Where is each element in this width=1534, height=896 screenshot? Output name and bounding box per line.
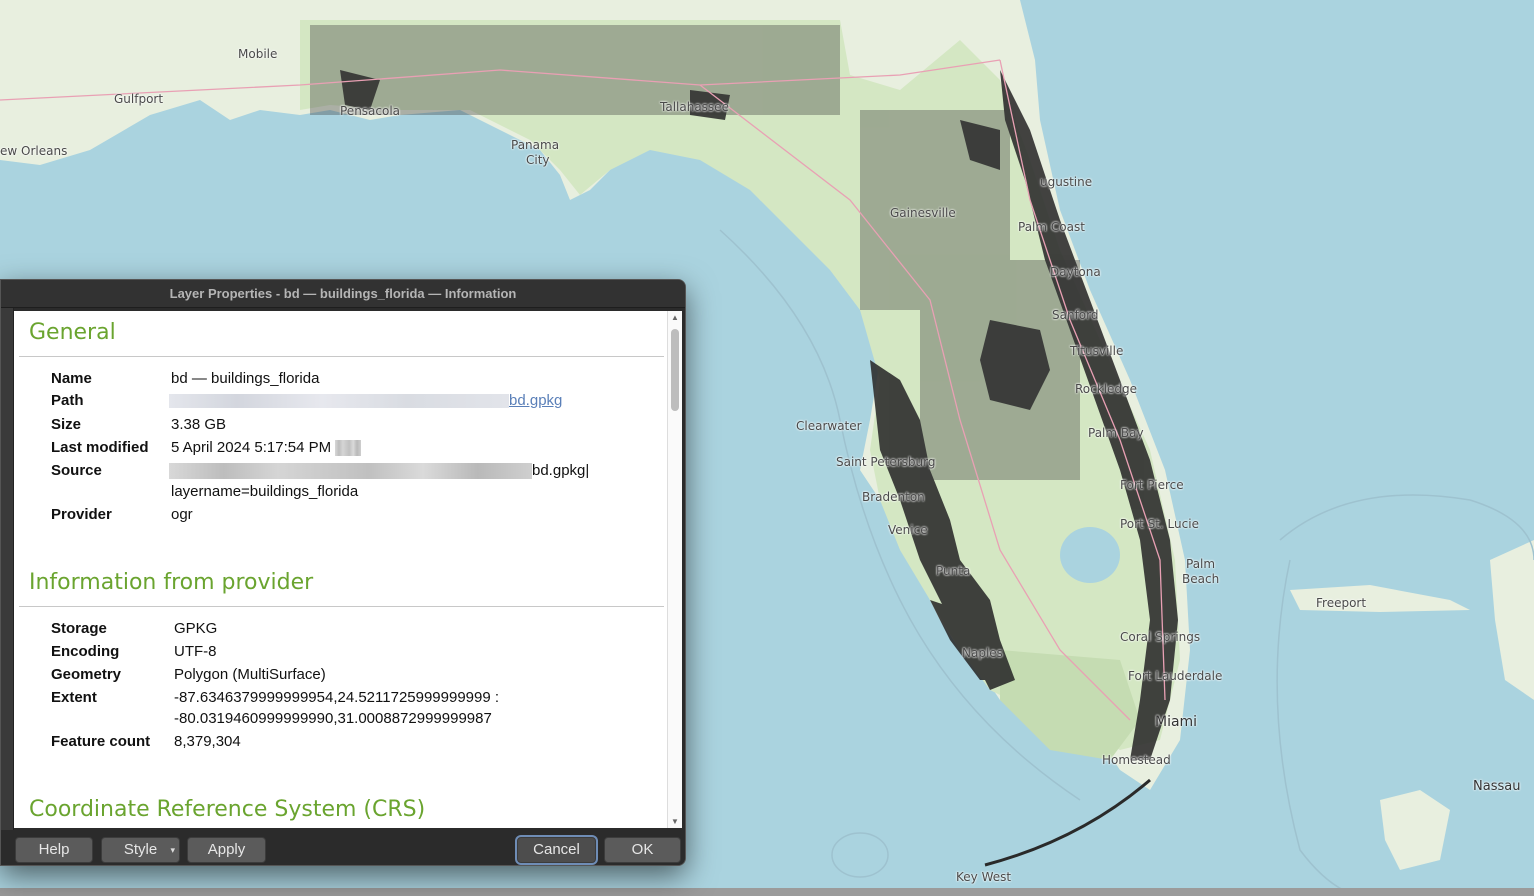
map-label-st-augustine: ugustine: [1040, 175, 1093, 189]
value-source: bd.gpkg|: [169, 462, 590, 480]
map-label-sanford: Sanford: [1052, 308, 1099, 322]
chevron-down-icon: ▾: [170, 845, 175, 855]
layer-properties-dialog: Layer Properties - bd — buildings_florid…: [0, 279, 686, 866]
label-last-modified: Last modified: [51, 439, 149, 456]
value-provider: ogr: [171, 506, 193, 523]
dialog-button-bar: Help Style ▾ Apply Cancel OK: [1, 832, 685, 865]
path-link-text[interactable]: bd.gpkg: [509, 392, 562, 409]
map-label-freeport: Freeport: [1316, 596, 1367, 610]
cancel-button[interactable]: Cancel: [517, 837, 596, 863]
map-label-nassau: Nassau: [1473, 779, 1521, 794]
map-label-beach: Beach: [1182, 572, 1220, 586]
label-provider: Provider: [51, 506, 112, 523]
value-encoding: UTF-8: [174, 643, 217, 660]
style-button-label: Style: [123, 841, 158, 858]
dialog-title[interactable]: Layer Properties - bd — buildings_florid…: [1, 280, 685, 308]
map-label-gainesville: Gainesville: [890, 206, 956, 220]
value-source-layername: layername=buildings_florida: [171, 483, 359, 500]
label-geometry: Geometry: [51, 666, 122, 683]
map-label-rockledge: Rockledge: [1075, 382, 1138, 396]
map-label-city: City: [526, 153, 550, 167]
value-geometry: Polygon (MultiSurface): [174, 666, 326, 683]
style-button[interactable]: Style ▾: [101, 837, 180, 863]
redacted-path: [169, 394, 509, 409]
scroll-thumb[interactable]: [671, 329, 679, 411]
value-extent-line1: -87.6346379999999954,24.5211725999999999…: [174, 689, 500, 706]
value-storage: GPKG: [174, 620, 218, 637]
map-label-titusville: Titusville: [1070, 344, 1124, 358]
help-button[interactable]: Help: [15, 837, 93, 863]
label-name: Name: [51, 370, 92, 387]
source-text: bd.gpkg|: [532, 462, 590, 479]
map-label-pensacola: Pensacola: [340, 104, 401, 118]
ok-button[interactable]: OK: [604, 837, 681, 863]
map-label-palm-bay: Palm Bay: [1088, 426, 1144, 440]
redacted-timezone: [335, 440, 362, 457]
divider: [19, 606, 664, 607]
section-heading-provider: Information from provider: [29, 570, 314, 595]
map-label-venice: Venice: [888, 523, 928, 537]
value-extent-line2: -80.0319460999999990,31.0008872999999987: [174, 710, 492, 727]
map-label-key-west: Key West: [956, 870, 1012, 884]
redacted-source: [169, 463, 532, 480]
map-label-homestead: Homestead: [1102, 753, 1171, 767]
map-label-palm: Palm: [1186, 557, 1216, 571]
vertical-scrollbar[interactable]: ▲ ▼: [667, 311, 682, 828]
scroll-up-arrow-icon[interactable]: ▲: [671, 313, 679, 322]
last-modified-text: 5 April 2024 5:17:54 PM: [171, 439, 332, 456]
map-label-fort-pierce: Fort Pierce: [1120, 478, 1184, 492]
map-label-saint-petersburg: Saint Petersburg: [836, 455, 936, 469]
map-label-punta: Punta: [936, 564, 971, 578]
value-path-link[interactable]: bd.gpkg: [169, 392, 562, 409]
information-panel: General Name bd — buildings_florida Path…: [14, 311, 667, 828]
map-label-gulfport: Gulfport: [114, 92, 164, 106]
section-heading-crs: Coordinate Reference System (CRS): [29, 797, 426, 822]
dialog-side-panel[interactable]: [1, 308, 14, 830]
scroll-down-arrow-icon[interactable]: ▼: [671, 817, 679, 826]
label-size: Size: [51, 416, 82, 433]
label-storage: Storage: [51, 620, 107, 637]
map-label-panama: Panama: [511, 138, 560, 152]
map-label-mobile: Mobile: [238, 47, 278, 61]
map-label-daytona: Daytona: [1050, 265, 1101, 279]
map-label-palm-coast: Palm Coast: [1018, 220, 1085, 234]
map-label-new-orleans: ew Orleans: [0, 144, 68, 158]
map-label-bradenton: Bradenton: [862, 490, 925, 504]
map-label-miami: Miami: [1155, 714, 1198, 730]
lake-okeechobee: [1060, 527, 1120, 583]
value-name: bd — buildings_florida: [171, 370, 320, 387]
map-label-fort-lauderdale: Fort Lauderdale: [1128, 669, 1223, 683]
value-size: 3.38 GB: [171, 416, 227, 433]
label-feature-count: Feature count: [51, 733, 151, 750]
apply-button[interactable]: Apply: [187, 837, 266, 863]
map-label-tallahassee: Tallahassee: [660, 100, 729, 114]
map-label-port-st-lucie: Port St. Lucie: [1120, 517, 1199, 531]
divider: [19, 356, 664, 357]
section-heading-general: General: [29, 320, 116, 345]
label-extent: Extent: [51, 689, 97, 706]
label-source: Source: [51, 462, 102, 479]
map-label-clearwater: Clearwater: [796, 419, 862, 433]
label-path: Path: [51, 392, 84, 409]
value-feature-count: 8,379,304: [174, 733, 241, 750]
value-last-modified: 5 April 2024 5:17:54 PM: [171, 439, 362, 457]
label-encoding: Encoding: [51, 643, 120, 660]
map-label-naples: Naples: [962, 646, 1003, 660]
map-label-coral-springs: Coral Springs: [1120, 630, 1201, 644]
